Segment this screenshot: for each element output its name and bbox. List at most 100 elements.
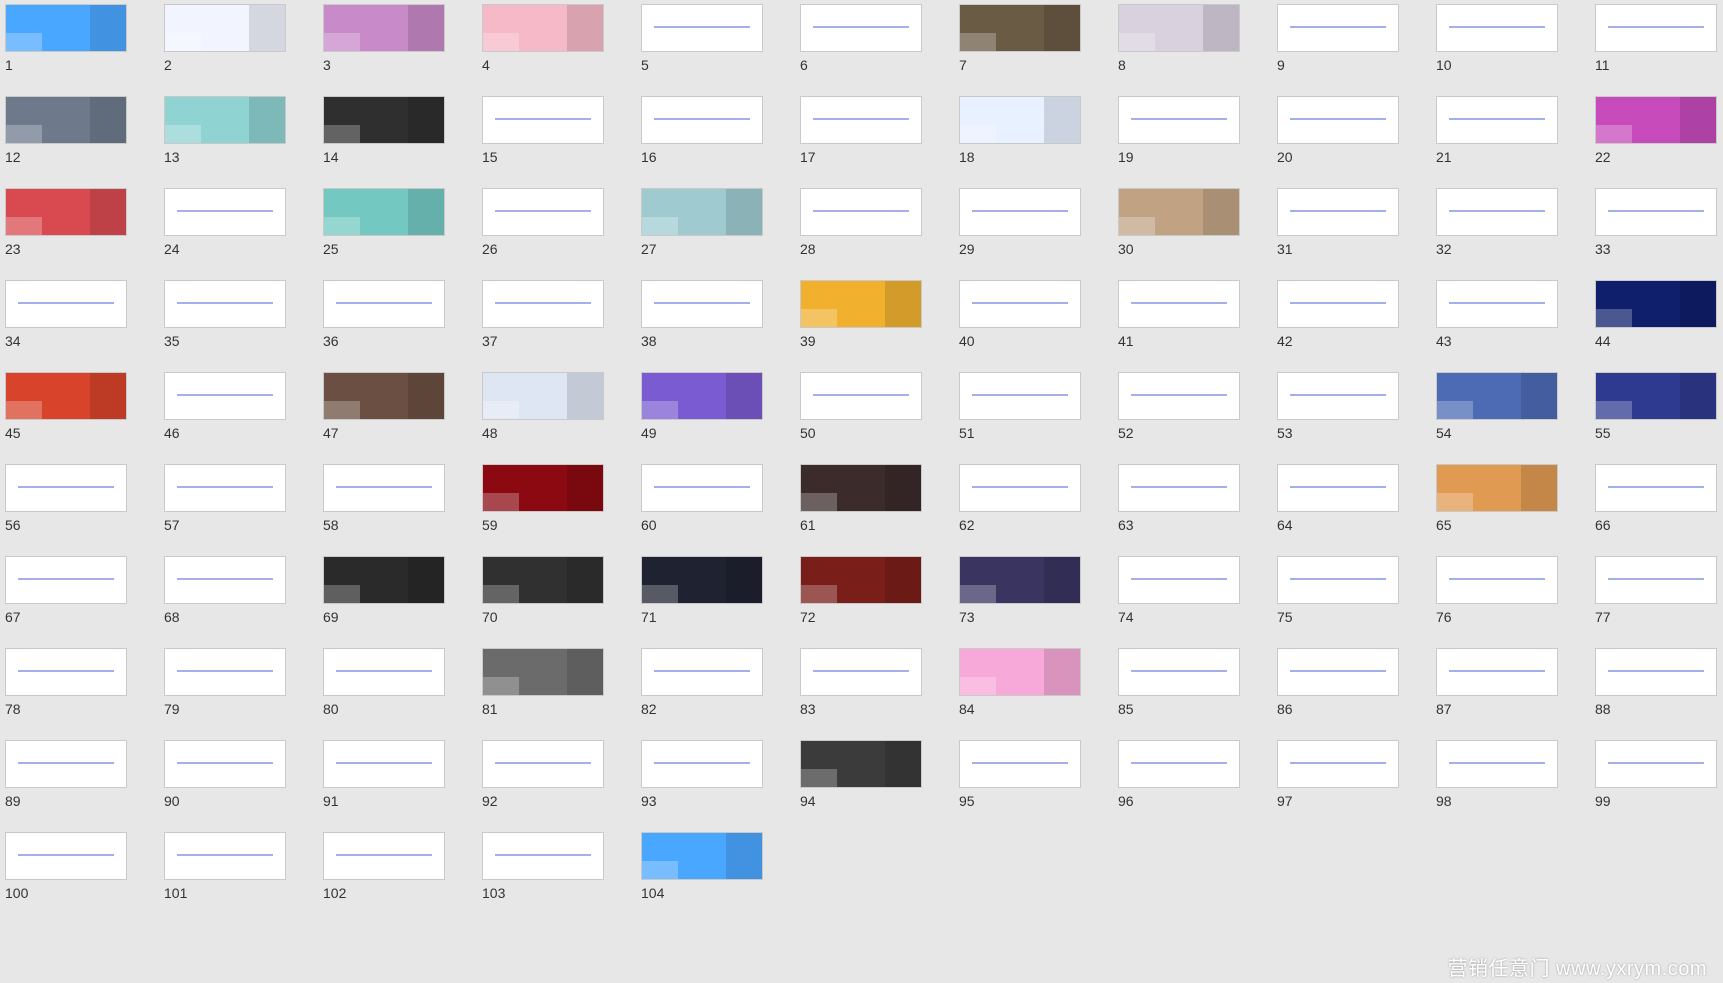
slide-preview[interactable] [641, 556, 763, 604]
slide-thumbnail[interactable]: 9 [1272, 0, 1430, 101]
slide-thumbnail[interactable]: 48 [477, 368, 635, 469]
slide-thumbnail[interactable]: 80 [318, 644, 476, 745]
slide-preview[interactable] [323, 372, 445, 420]
slide-preview[interactable] [959, 96, 1081, 144]
slide-thumbnail[interactable]: 37 [477, 276, 635, 377]
slide-thumbnail[interactable]: 40 [954, 276, 1112, 377]
slide-thumbnail[interactable]: 45 [0, 368, 158, 469]
slide-thumbnail[interactable]: 88 [1590, 644, 1723, 745]
slide-thumbnail[interactable]: 59 [477, 460, 635, 561]
slide-thumbnail[interactable]: 1 [0, 0, 158, 101]
slide-thumbnail[interactable]: 55 [1590, 368, 1723, 469]
slide-thumbnail[interactable]: 38 [636, 276, 794, 377]
slide-preview[interactable] [164, 4, 286, 52]
slide-preview[interactable] [5, 188, 127, 236]
slide-preview[interactable] [1277, 372, 1399, 420]
slide-preview[interactable] [641, 280, 763, 328]
slide-preview[interactable] [1277, 648, 1399, 696]
slide-thumbnail[interactable]: 60 [636, 460, 794, 561]
slide-preview[interactable] [482, 464, 604, 512]
slide-thumbnail[interactable]: 75 [1272, 552, 1430, 653]
slide-preview[interactable] [1436, 96, 1558, 144]
slide-thumbnail[interactable]: 23 [0, 184, 158, 285]
slide-preview[interactable] [164, 96, 286, 144]
slide-thumbnail[interactable]: 44 [1590, 276, 1723, 377]
slide-preview[interactable] [1277, 464, 1399, 512]
slide-preview[interactable] [959, 464, 1081, 512]
slide-thumbnail[interactable]: 57 [159, 460, 317, 561]
slide-preview[interactable] [1595, 464, 1717, 512]
slide-preview[interactable] [1118, 464, 1240, 512]
slide-preview[interactable] [323, 188, 445, 236]
slide-preview[interactable] [1118, 372, 1240, 420]
slide-preview[interactable] [1277, 4, 1399, 52]
slide-preview[interactable] [1436, 648, 1558, 696]
slide-preview[interactable] [482, 96, 604, 144]
slide-preview[interactable] [1436, 464, 1558, 512]
slide-thumbnail[interactable]: 92 [477, 736, 635, 837]
slide-thumbnail[interactable]: 98 [1431, 736, 1589, 837]
slide-thumbnail[interactable]: 47 [318, 368, 476, 469]
slide-thumbnail[interactable]: 39 [795, 276, 953, 377]
slide-thumbnail[interactable]: 30 [1113, 184, 1271, 285]
slide-thumbnail[interactable]: 17 [795, 92, 953, 193]
slide-thumbnail[interactable]: 65 [1431, 460, 1589, 561]
slide-preview[interactable] [5, 740, 127, 788]
slide-thumbnail[interactable]: 82 [636, 644, 794, 745]
slide-preview[interactable] [323, 832, 445, 880]
slide-preview[interactable] [1436, 4, 1558, 52]
slide-thumbnail[interactable]: 104 [636, 828, 794, 929]
slide-thumbnail[interactable]: 62 [954, 460, 1112, 561]
slide-preview[interactable] [800, 556, 922, 604]
slide-thumbnail[interactable]: 71 [636, 552, 794, 653]
slide-preview[interactable] [800, 96, 922, 144]
slide-preview[interactable] [323, 740, 445, 788]
slide-thumbnail[interactable]: 70 [477, 552, 635, 653]
slide-thumbnail[interactable]: 89 [0, 736, 158, 837]
slide-preview[interactable] [323, 556, 445, 604]
slide-thumbnail[interactable]: 14 [318, 92, 476, 193]
slide-preview[interactable] [1436, 740, 1558, 788]
slide-preview[interactable] [641, 96, 763, 144]
slide-thumbnail[interactable]: 5 [636, 0, 794, 101]
slide-preview[interactable] [482, 832, 604, 880]
slide-thumbnail[interactable]: 84 [954, 644, 1112, 745]
slide-preview[interactable] [482, 188, 604, 236]
slide-preview[interactable] [482, 740, 604, 788]
slide-preview[interactable] [800, 464, 922, 512]
slide-thumbnail[interactable]: 69 [318, 552, 476, 653]
slide-preview[interactable] [800, 372, 922, 420]
slide-preview[interactable] [1277, 188, 1399, 236]
slide-preview[interactable] [1436, 556, 1558, 604]
slide-preview[interactable] [164, 464, 286, 512]
slide-preview[interactable] [5, 832, 127, 880]
slide-thumbnail[interactable]: 49 [636, 368, 794, 469]
slide-thumbnail[interactable]: 86 [1272, 644, 1430, 745]
slide-thumbnail[interactable]: 21 [1431, 92, 1589, 193]
slide-thumbnail[interactable]: 74 [1113, 552, 1271, 653]
slide-thumbnail[interactable]: 100 [0, 828, 158, 929]
slide-thumbnail[interactable]: 15 [477, 92, 635, 193]
slide-thumbnail[interactable]: 97 [1272, 736, 1430, 837]
slide-preview[interactable] [1595, 280, 1717, 328]
slide-preview[interactable] [1277, 740, 1399, 788]
slide-preview[interactable] [1595, 372, 1717, 420]
slide-preview[interactable] [959, 556, 1081, 604]
slide-preview[interactable] [323, 280, 445, 328]
slide-thumbnail[interactable]: 87 [1431, 644, 1589, 745]
slide-thumbnail[interactable]: 11 [1590, 0, 1723, 101]
slide-thumbnail[interactable]: 50 [795, 368, 953, 469]
slide-thumbnail[interactable]: 26 [477, 184, 635, 285]
slide-thumbnail[interactable]: 7 [954, 0, 1112, 101]
slide-preview[interactable] [1595, 4, 1717, 52]
slide-preview[interactable] [959, 740, 1081, 788]
slide-preview[interactable] [959, 648, 1081, 696]
slide-preview[interactable] [5, 96, 127, 144]
slide-preview[interactable] [1118, 96, 1240, 144]
slide-thumbnail[interactable]: 72 [795, 552, 953, 653]
slide-thumbnail[interactable]: 90 [159, 736, 317, 837]
slide-preview[interactable] [323, 96, 445, 144]
slide-thumbnail[interactable]: 81 [477, 644, 635, 745]
slide-preview[interactable] [1277, 96, 1399, 144]
slide-thumbnail[interactable]: 77 [1590, 552, 1723, 653]
